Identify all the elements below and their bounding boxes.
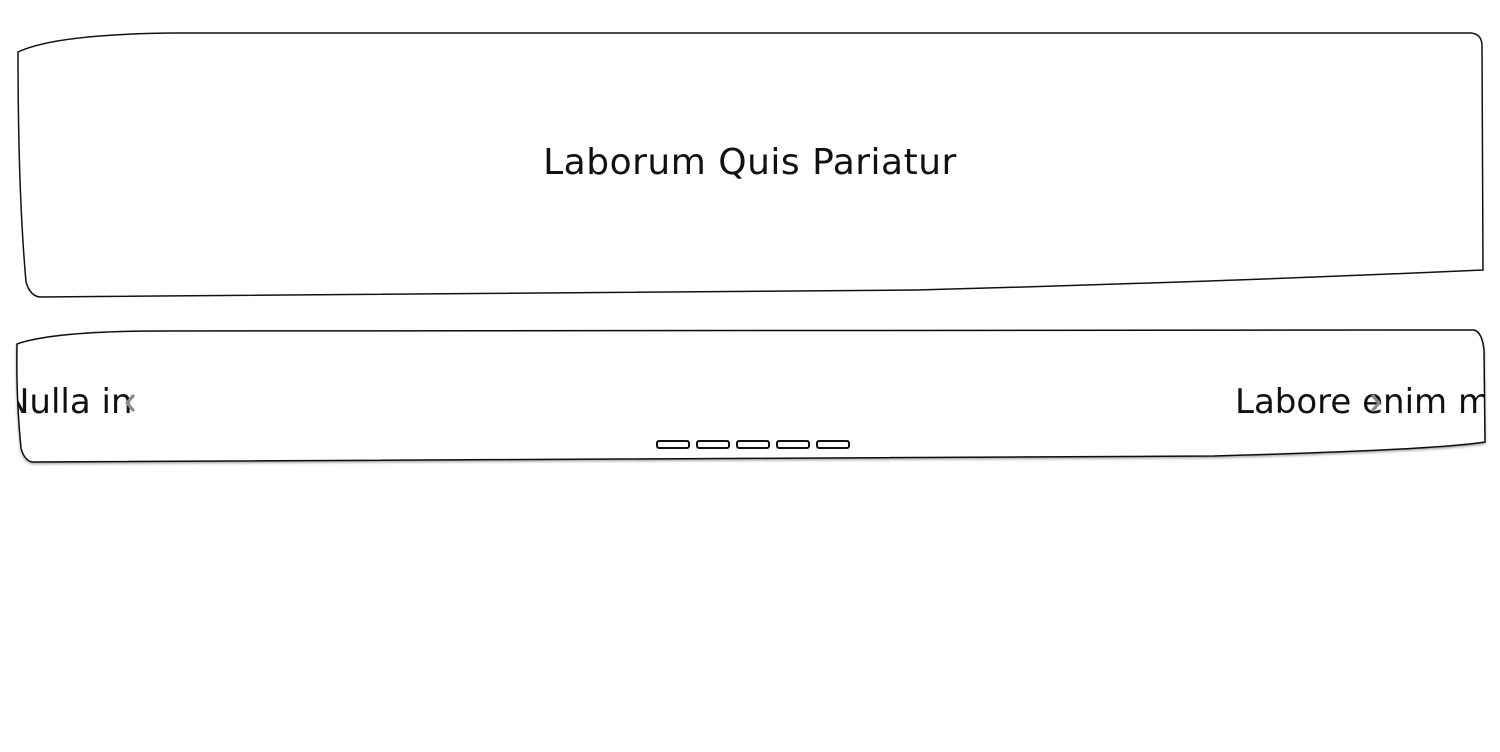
header-card: Laborum Quis Pariatur bbox=[16, 32, 1484, 298]
carousel-dot[interactable] bbox=[816, 440, 850, 449]
carousel-next-button[interactable] bbox=[1364, 388, 1388, 418]
carousel-dot[interactable] bbox=[736, 440, 770, 449]
carousel-viewport: Nulla in Labore enim mo bbox=[18, 332, 1484, 460]
chevron-right-icon bbox=[1371, 394, 1381, 412]
slide-prev-text: Nulla in bbox=[18, 382, 133, 422]
slide-next-text: Labore enim mo bbox=[1235, 382, 1484, 422]
carousel[interactable]: Nulla in Labore enim mo bbox=[14, 328, 1488, 466]
carousel-indicators bbox=[656, 440, 850, 449]
page: Laborum Quis Pariatur Nulla in Labore en… bbox=[0, 0, 1500, 752]
chevron-left-icon bbox=[125, 394, 135, 412]
carousel-prev-button[interactable] bbox=[118, 388, 142, 418]
page-title: Laborum Quis Pariatur bbox=[543, 142, 957, 183]
carousel-dot[interactable] bbox=[776, 440, 810, 449]
carousel-dot[interactable] bbox=[656, 440, 690, 449]
carousel-dot[interactable] bbox=[696, 440, 730, 449]
